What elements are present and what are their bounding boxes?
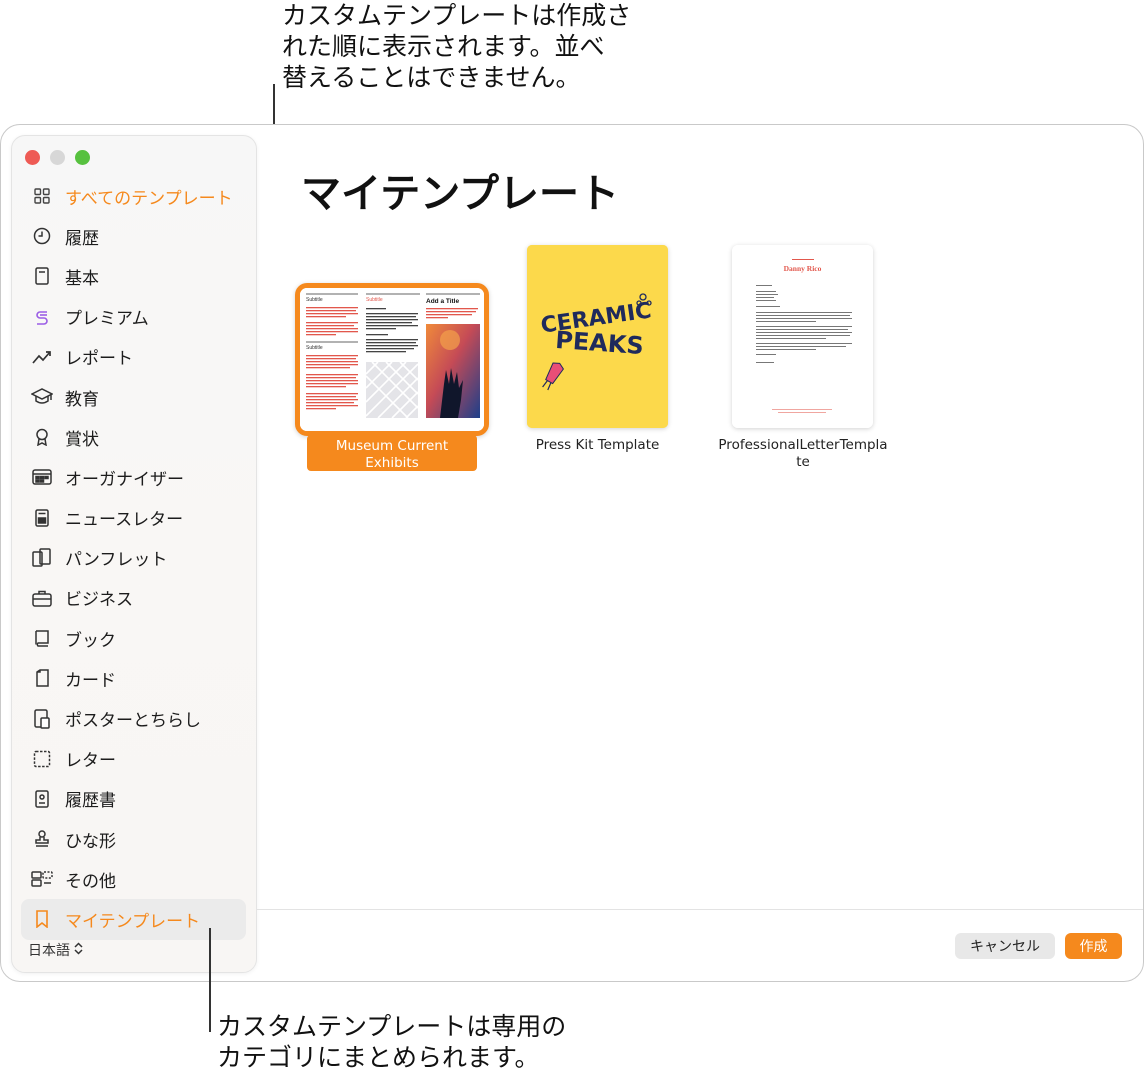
thumb-subtitle-2: Subtitle (306, 345, 323, 351)
sidebar-item-label: 賞状 (65, 429, 99, 450)
sidebar-item-recents[interactable]: 履歴 (12, 216, 258, 256)
thumb-letter-name: Danny Rico (784, 264, 822, 273)
briefcase-icon (31, 587, 53, 609)
sidebar-item-cards[interactable]: カード (12, 658, 258, 698)
annotated-screenshot: カスタムテンプレートは作成さ れた順に表示されます。並べ 替えることはできません… (0, 0, 1144, 1077)
sidebar-item-label: ニュースレター (65, 510, 184, 531)
sidebar-item-basic[interactable]: 基本 (12, 256, 258, 296)
close-button[interactable] (25, 150, 40, 165)
sidebar-item-label: レター (65, 751, 116, 772)
misc-icon (31, 868, 53, 890)
sidebar-item-all-templates[interactable]: すべてのテンプレート (12, 176, 258, 216)
organizer-icon (31, 466, 53, 488)
sidebar-item-label: ビジネス (65, 590, 133, 611)
sidebar-item-letters[interactable]: レター (12, 739, 258, 779)
language-popup[interactable]: 日本語 (28, 940, 83, 960)
chevron-up-down-icon (74, 941, 83, 959)
premium-icon (31, 306, 53, 328)
template-press-kit[interactable]: CERAMIC PEAKS (527, 245, 668, 428)
callout-category-note: カスタムテンプレートは専用の カテゴリにまとめられます。 (217, 1012, 567, 1072)
thumb-subtitle-1: Subtitle (306, 297, 323, 303)
sidebar-item-miscellaneous[interactable]: その他 (12, 859, 258, 899)
sidebar-item-label: 履歴 (65, 228, 99, 249)
brochure-icon (31, 547, 53, 569)
sidebar-item-certificates[interactable]: 賞状 (12, 417, 258, 457)
sidebar-item-premium[interactable]: プレミアム (12, 297, 258, 337)
minimize-button[interactable] (50, 150, 65, 165)
sidebar-item-label: その他 (65, 871, 116, 892)
template-label-museum[interactable]: Museum Current Exhibits (307, 435, 477, 471)
cancel-button[interactable]: キャンセル (955, 933, 1055, 959)
sidebar-item-label: ひな形 (65, 831, 116, 852)
sidebar-item-label: すべてのテンプレート (65, 188, 233, 209)
thumb-add-title: Add a Title (426, 298, 459, 305)
award-ribbon-icon (31, 426, 53, 448)
clock-icon (31, 225, 53, 247)
sidebar-item-label: 教育 (65, 389, 99, 410)
grid-icon (31, 185, 53, 207)
sidebar-item-business[interactable]: ビジネス (12, 578, 258, 618)
sidebar-item-newsletters[interactable]: ニュースレター (12, 498, 258, 538)
template-gallery: マイテンプレート Subtitle Subtitle Subtitle Add … (257, 125, 1143, 981)
footer-divider (257, 909, 1143, 910)
callout-leader-bottom (209, 928, 211, 1032)
template-chooser-window: すべてのテンプレート 履歴 基本 プレミアム レポート 教育 賞状 オーガナイザ… (0, 124, 1144, 982)
sidebar-item-label: プレミアム (65, 309, 149, 330)
language-label: 日本語 (28, 943, 70, 959)
graduation-cap-icon (31, 386, 53, 408)
sidebar-item-organizers[interactable]: オーガナイザー (12, 457, 258, 497)
chart-line-icon (31, 346, 53, 368)
template-label-press-kit[interactable]: Press Kit Template (519, 437, 676, 454)
page-title: マイテンプレート (301, 171, 619, 217)
letter-thumbnail: Danny Rico (732, 245, 873, 428)
zoom-button[interactable] (75, 150, 90, 165)
document-icon (31, 265, 53, 287)
sidebar-item-books[interactable]: ブック (12, 618, 258, 658)
template-professional-letter[interactable]: Danny Rico (732, 245, 873, 428)
thumb-subtitle-3: Subtitle (366, 297, 383, 303)
sidebar-item-education[interactable]: 教育 (12, 377, 258, 417)
sidebar-item-label: レポート (65, 349, 133, 370)
sidebar-item-label: ポスターとちらし (65, 711, 201, 732)
letter-icon (31, 748, 53, 770)
sidebar-item-label: マイテンプレート (65, 911, 201, 932)
template-museum-current-exhibits[interactable]: Subtitle Subtitle Subtitle Add a Title (295, 283, 489, 436)
poster-icon (31, 708, 53, 730)
sidebar: すべてのテンプレート 履歴 基本 プレミアム レポート 教育 賞状 オーガナイザ… (11, 135, 257, 973)
ceramic-peaks-thumbnail: CERAMIC PEAKS (527, 245, 668, 428)
museum-thumbnail: Subtitle Subtitle Subtitle Add a Title (300, 288, 484, 431)
stamp-icon (31, 828, 53, 850)
sidebar-item-reports[interactable]: レポート (12, 337, 258, 377)
sidebar-item-label: オーガナイザー (65, 469, 184, 490)
card-icon (31, 667, 53, 689)
sidebar-item-resumes[interactable]: 履歴書 (12, 779, 258, 819)
sidebar-item-label: 履歴書 (65, 791, 116, 812)
create-button[interactable]: 作成 (1065, 933, 1122, 959)
window-controls (25, 150, 90, 165)
sidebar-item-brochures[interactable]: パンフレット (12, 538, 258, 578)
sidebar-item-label: カード (65, 670, 116, 691)
newsletter-icon (31, 507, 53, 529)
book-icon (31, 627, 53, 649)
sidebar-item-stationery[interactable]: ひな形 (12, 819, 258, 859)
callout-order-note: カスタムテンプレートは作成さ れた順に表示されます。並べ 替えることはできません… (282, 1, 632, 92)
sidebar-item-my-templates[interactable]: マイテンプレート (21, 899, 246, 940)
sidebar-item-posters-flyers[interactable]: ポスターとちらし (12, 698, 258, 738)
bookmark-icon (31, 908, 53, 930)
sidebar-item-label: 基本 (65, 268, 99, 289)
resume-icon (31, 788, 53, 810)
sidebar-item-label: ブック (65, 630, 116, 651)
sidebar-item-label: パンフレット (65, 550, 168, 571)
template-label-professional-letter[interactable]: ProfessionalLetterTempla te (717, 437, 889, 471)
category-list: すべてのテンプレート 履歴 基本 プレミアム レポート 教育 賞状 オーガナイザ… (12, 176, 258, 940)
